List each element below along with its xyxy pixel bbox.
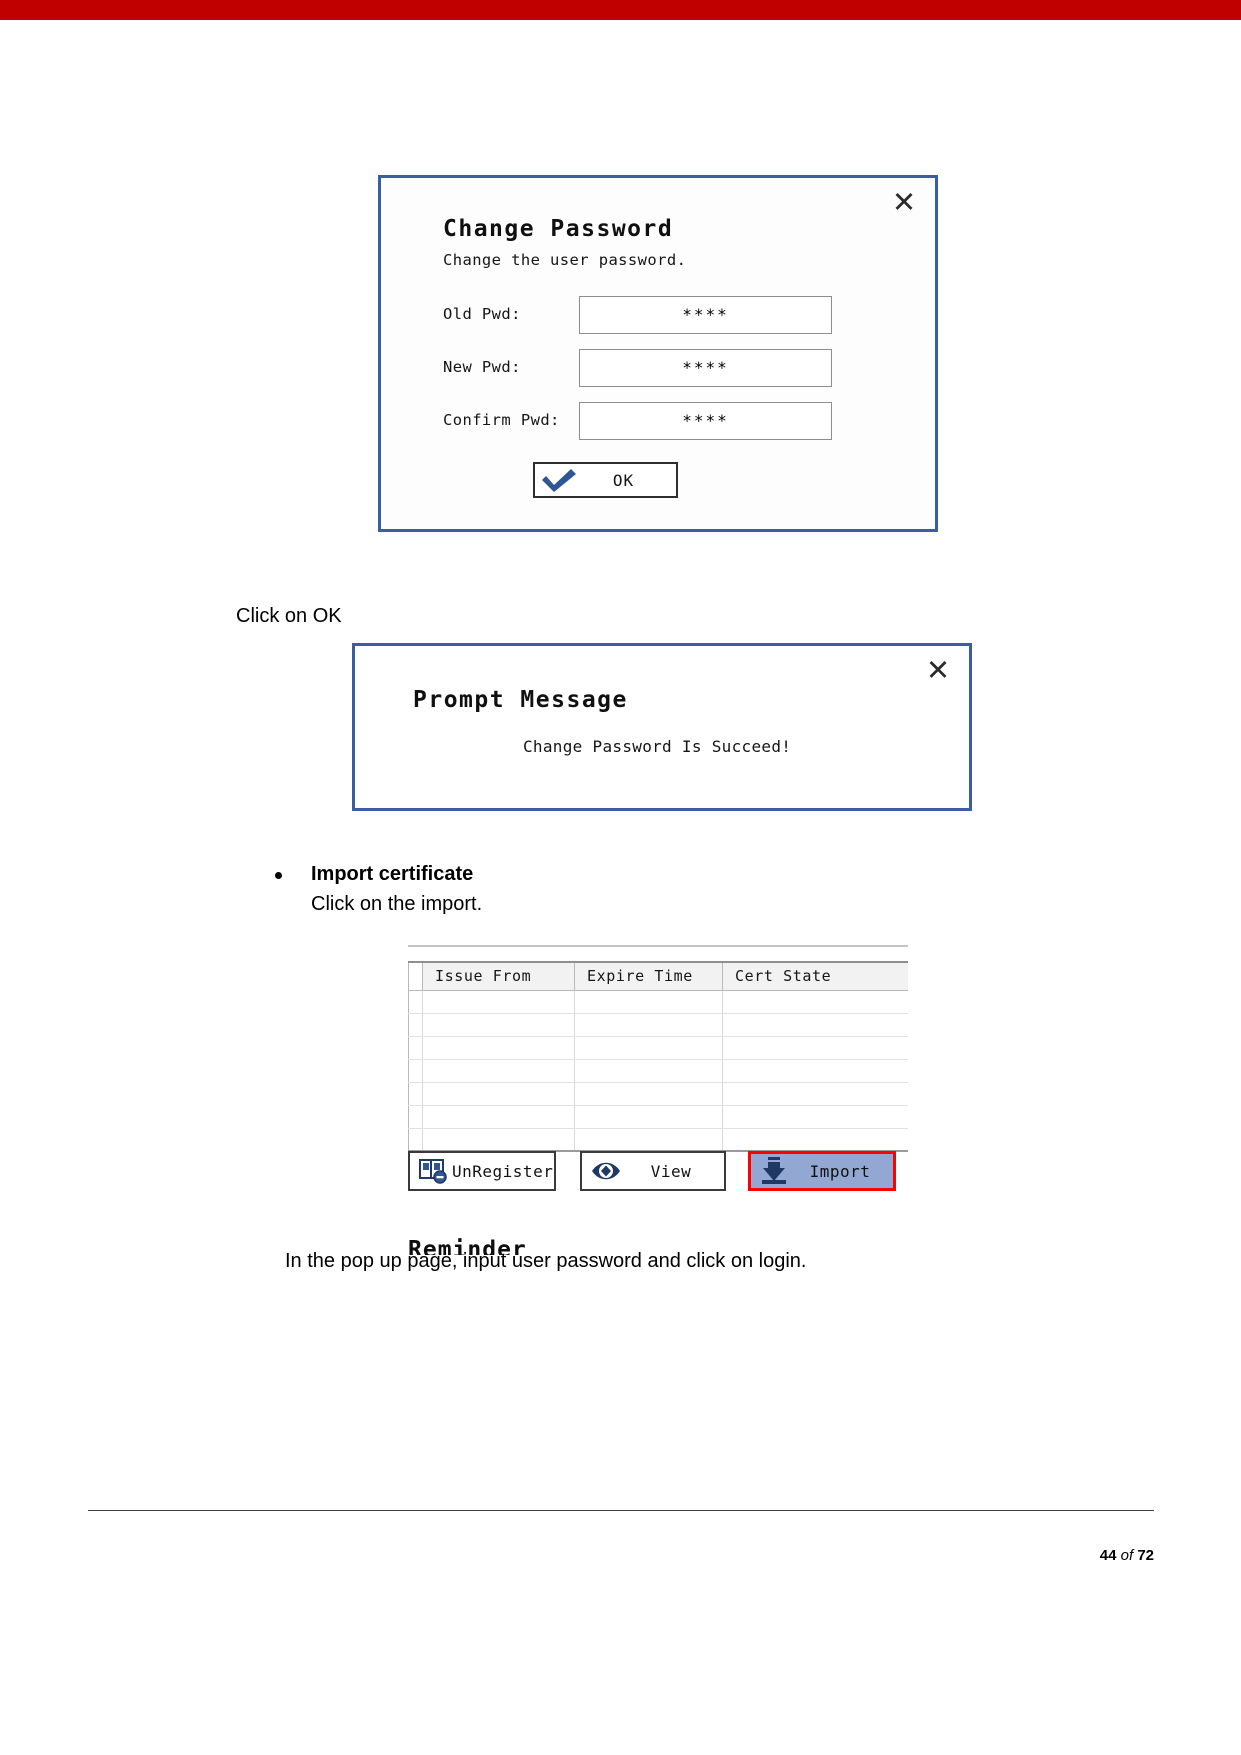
cell-expire-time [574,1082,723,1106]
cell-expire-time [574,1059,723,1083]
dialog-subtitle: Change the user password. [443,251,687,269]
total-page-number: 72 [1137,1547,1154,1564]
cell-expire-time [574,1128,723,1152]
new-password-row: New Pwd: **** [381,349,935,387]
prompt-message-dialog: ✕ Prompt Message Change Password Is Succ… [352,643,972,811]
confirm-password-input[interactable]: **** [579,402,832,440]
table-row[interactable] [408,1059,908,1083]
row-selector-column-header [408,961,423,991]
cell-issue-from [422,1059,575,1083]
cell-cert-state [722,1105,908,1129]
prompt-dialog-title: Prompt Message [413,687,628,713]
import-button[interactable]: Import [748,1151,896,1191]
cell-expire-time [574,1013,723,1037]
current-page-number: 44 [1099,1547,1117,1564]
download-arrow-icon [753,1154,793,1188]
document-page: ✕ Change Password Change the user passwo… [0,20,1241,1755]
table-row[interactable] [408,1013,908,1037]
page-of-label: of [1120,1547,1134,1564]
cell-cert-state [722,1013,908,1037]
confirm-password-label: Confirm Pwd: [443,411,560,429]
unregister-button[interactable]: UnRegister [408,1151,556,1191]
cell-cert-state [722,1082,908,1106]
ok-button[interactable]: OK [533,462,678,498]
top-red-band [0,0,1241,20]
old-password-row: Old Pwd: **** [381,296,935,334]
column-header-expire-time[interactable]: Expire Time [574,961,723,991]
table-row[interactable] [408,1128,908,1152]
cell-issue-from [422,1082,575,1106]
confirm-password-row: Confirm Pwd: **** [381,402,935,440]
cell-issue-from [422,1013,575,1037]
unregister-button-label: UnRegister [452,1161,554,1181]
certificate-panel-screenshot: Issue From Expire Time Cert State UnRegi… [408,945,908,1255]
caption-click-on-ok: Click on OK [236,605,342,627]
view-button-label: View [650,1161,692,1181]
cell-issue-from [422,1105,575,1129]
certificate-table: Issue From Expire Time Cert State [408,961,908,1152]
dialog-title: Change Password [443,216,674,242]
table-row[interactable] [408,1105,908,1129]
new-password-input[interactable]: **** [579,349,832,387]
prompt-dialog-message: Change Password Is Succeed! [523,737,792,756]
new-password-label: New Pwd: [443,358,521,376]
caption-popup-instruction: In the pop up page, input user password … [285,1250,807,1272]
table-row[interactable] [408,1082,908,1106]
bullet-heading: Import certificate [311,863,474,885]
certificate-action-buttons: UnRegister View Import [408,1151,908,1193]
certificate-panel: Issue From Expire Time Cert State UnRegi… [408,945,908,1255]
footer-divider [88,1510,1154,1511]
column-header-issue-from[interactable]: Issue From [422,961,575,991]
cell-cert-state [722,1059,908,1083]
bullet-subtext: Click on the import. [311,893,483,915]
cell-cert-state [722,1036,908,1060]
cell-expire-time [574,1105,723,1129]
checkmark-icon [537,465,581,495]
certificate-table-body [408,990,908,1152]
cell-expire-time [574,1036,723,1060]
view-button[interactable]: View [580,1151,726,1191]
eye-icon [584,1154,624,1188]
close-x-icon[interactable]: ✕ [921,653,955,687]
table-row[interactable] [408,1036,908,1060]
cell-issue-from [422,1036,575,1060]
table-row[interactable] [408,990,908,1014]
change-password-dialog: ✕ Change Password Change the user passwo… [378,175,938,532]
old-password-label: Old Pwd: [443,305,521,323]
cell-expire-time [574,990,723,1014]
column-header-cert-state[interactable]: Cert State [722,961,908,991]
cell-issue-from [422,990,575,1014]
old-password-input[interactable]: **** [579,296,832,334]
page-number-footer: 44 of 72 [1100,1547,1154,1564]
bullet-dot-icon [275,872,282,879]
cell-cert-state [722,990,908,1014]
ok-button-label: OK [612,470,635,490]
cell-cert-state [722,1128,908,1152]
cell-issue-from [422,1128,575,1152]
import-button-label: Import [809,1161,871,1181]
table-header-row: Issue From Expire Time Cert State [408,961,908,991]
panel-top-divider [408,945,908,947]
book-unregister-icon [412,1154,452,1188]
close-x-icon[interactable]: ✕ [887,185,921,219]
